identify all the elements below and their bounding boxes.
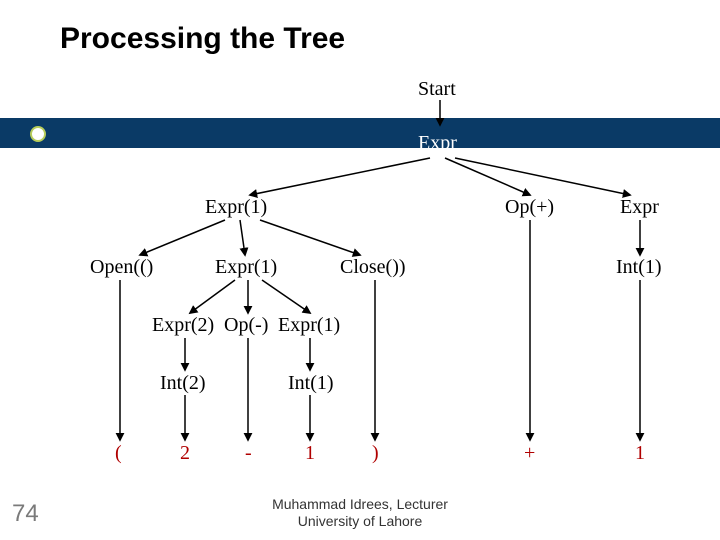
footer-line1: Muhammad Idrees, Lecturer	[272, 496, 448, 512]
slide-number: 74	[12, 500, 39, 528]
node-expr1-b: Expr(1)	[215, 256, 277, 279]
leaf-two: 2	[180, 442, 190, 465]
node-op-minus: Op(-)	[224, 314, 268, 337]
node-open: Open(()	[90, 256, 153, 279]
node-start: Start	[418, 78, 456, 101]
node-expr1-c: Expr(1)	[278, 314, 340, 337]
slide-title: Processing the Tree	[60, 22, 345, 56]
leaf-lparen: (	[115, 442, 122, 465]
leaf-plus: +	[524, 442, 535, 465]
title-underline-bar	[0, 118, 720, 148]
footer-text: Muhammad Idrees, Lecturer University of …	[272, 496, 448, 530]
node-expr2: Expr(2)	[152, 314, 214, 337]
node-expr1-a: Expr(1)	[205, 196, 267, 219]
leaf-minus: -	[245, 442, 252, 465]
node-int1-left: Int(1)	[288, 372, 334, 395]
footer-line2: University of Lahore	[298, 513, 423, 529]
leaf-rparen: )	[372, 442, 379, 465]
node-int2: Int(2)	[160, 372, 206, 395]
node-expr-root: Expr	[418, 132, 457, 155]
node-close: Close())	[340, 256, 406, 279]
node-op-plus: Op(+)	[505, 196, 554, 219]
node-expr-right: Expr	[620, 196, 659, 219]
leaf-one-a: 1	[305, 442, 315, 465]
leaf-one-b: 1	[635, 442, 645, 465]
bullet-icon	[30, 126, 46, 142]
node-int1-right: Int(1)	[616, 256, 662, 279]
